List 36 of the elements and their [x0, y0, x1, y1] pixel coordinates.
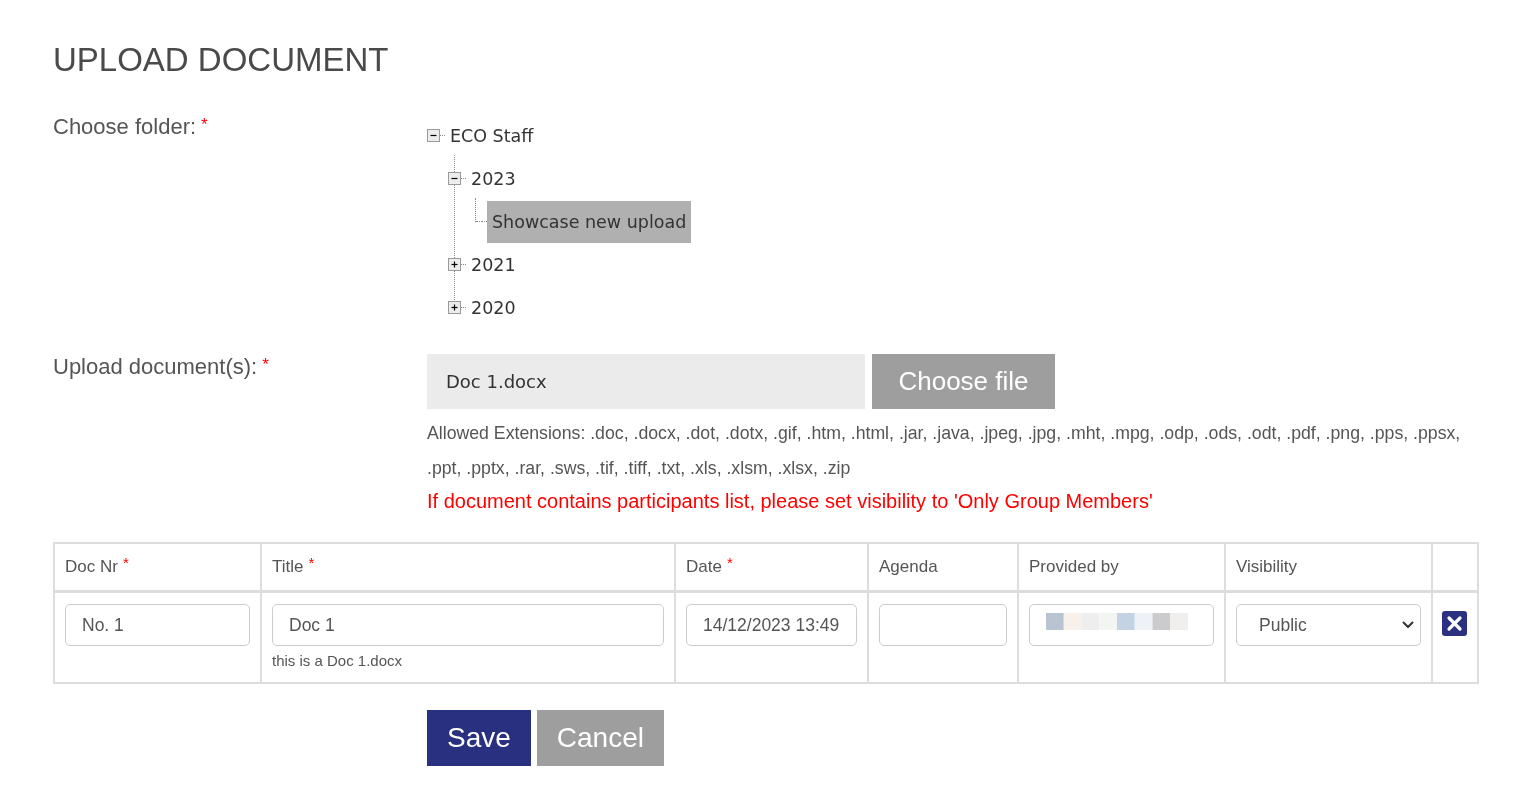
- allowed-extensions-text: Allowed Extensions: .doc, .docx, .dot, .dotx, .gif, .htm, .html, .jar, .java, .jpeg, .jpg, .mht, .mpg, .odp, .ods, .odt, .pdf, .png, .pps, .ppsx, .ppt, .pptx, .rar, .sws, .tif, .tiff, .txt, .xls, .xlsm, .xlsx, .zip: [427, 422, 1462, 480]
- text-field[interactable]: No. 1: [65, 604, 250, 646]
- column-heading: Title: [272, 557, 304, 576]
- plus-box-icon[interactable]: [448, 301, 461, 314]
- folder-tree-item[interactable]: 2023: [466, 157, 521, 200]
- close-icon[interactable]: [1442, 611, 1467, 636]
- helper-text: this is a Doc 1.docx: [272, 652, 404, 669]
- minus-box-icon[interactable]: [427, 129, 440, 142]
- text-field[interactable]: 14/12/2023 13:49: [686, 604, 857, 646]
- folder-tree-item[interactable]: ECO Staff: [445, 114, 539, 157]
- column-heading: Provided by: [1029, 557, 1119, 576]
- page-title: UPLOAD DOCUMENT: [53, 40, 390, 80]
- required-marker: *: [201, 115, 208, 134]
- required-marker: *: [308, 554, 315, 571]
- required-marker: *: [122, 554, 129, 571]
- dropdown[interactable]: Public: [1236, 604, 1421, 646]
- save-button[interactable]: Save: [427, 710, 531, 766]
- folder-tree-item[interactable]: Showcase new upload: [487, 200, 692, 243]
- file-field[interactable]: Doc 1.docx: [427, 354, 865, 409]
- field-label: Choose folder:: [53, 114, 197, 139]
- folder-tree-item[interactable]: 2021: [466, 243, 521, 286]
- column-heading: Agenda: [879, 557, 938, 576]
- required-marker: *: [726, 554, 733, 571]
- column-heading: Visibility: [1236, 557, 1298, 576]
- column-heading: Date: [686, 557, 722, 576]
- text-field[interactable]: [879, 604, 1007, 646]
- visibility-warning: If document contains participants list, please set visibility to 'Only Group Members': [427, 489, 1154, 514]
- field-label: Upload document(s):: [53, 354, 258, 379]
- plus-box-icon[interactable]: [448, 258, 461, 271]
- folder-tree-item[interactable]: 2020: [466, 286, 521, 329]
- text-field[interactable]: [1029, 604, 1214, 646]
- required-marker: *: [262, 355, 269, 374]
- minus-box-icon[interactable]: [448, 172, 461, 185]
- chevron-down-icon: [1402, 621, 1414, 629]
- column-heading: Doc Nr: [65, 557, 118, 576]
- text-field[interactable]: Doc 1: [272, 604, 664, 646]
